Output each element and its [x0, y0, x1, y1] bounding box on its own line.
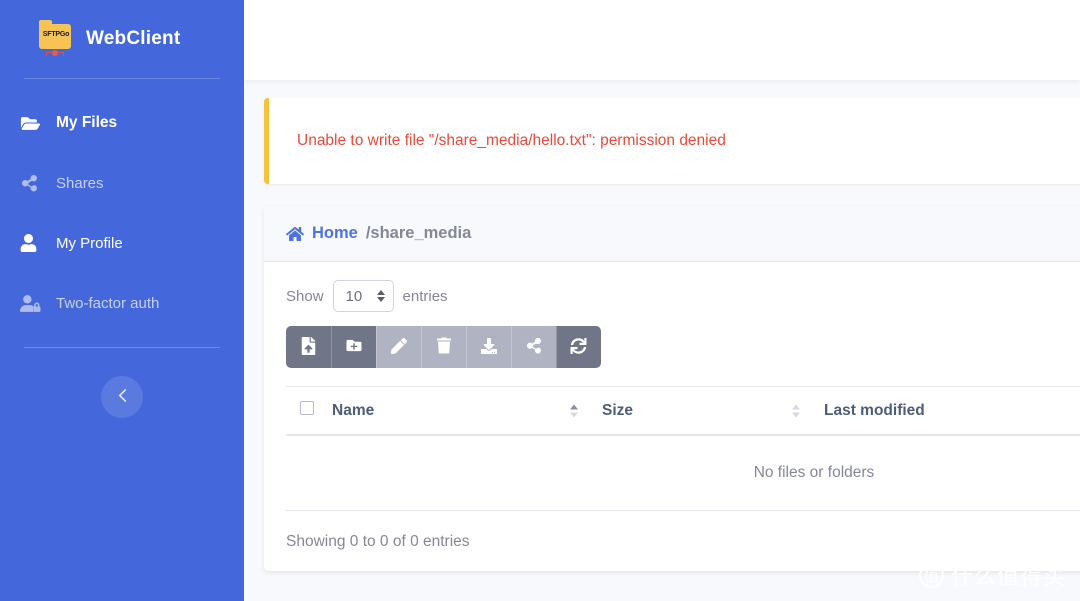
column-size[interactable]: Size [602, 387, 824, 436]
column-size-label: Size [602, 402, 633, 419]
share-button[interactable] [511, 326, 556, 368]
entries-select-wrap: 10 [333, 280, 394, 312]
column-name[interactable]: Name [332, 387, 602, 436]
chevron-left-icon [118, 388, 127, 406]
brand-name: WebClient [86, 28, 180, 50]
error-alert: Unable to write file "/share_media/hello… [264, 98, 1080, 184]
table-length-menu: Show 10 entries [286, 280, 1080, 312]
sidebar-item-my-files[interactable]: My Files [0, 93, 244, 153]
files-card-body: Show 10 entries [264, 262, 1080, 571]
error-alert-message: Unable to write file "/share_media/hello… [297, 132, 726, 150]
download-button[interactable] [466, 326, 511, 368]
network-icon [46, 49, 64, 56]
create-folder-button[interactable] [331, 326, 376, 368]
user-lock-icon [20, 293, 42, 313]
sidebar: SFTPGo WebClient My Files [0, 0, 244, 601]
brand[interactable]: SFTPGo WebClient [0, 0, 244, 78]
rename-button[interactable] [376, 326, 421, 368]
table-header-row: Name Size Last modified [286, 387, 1080, 436]
home-icon[interactable] [286, 226, 304, 242]
folder-open-icon [20, 113, 42, 133]
column-last-modified-label: Last modified [824, 402, 925, 419]
refresh-button[interactable] [556, 326, 601, 368]
file-actions-toolbar [286, 326, 601, 368]
page-content: Unable to write file "/share_media/hello… [244, 80, 1080, 571]
share-icon [20, 173, 42, 193]
sftpgo-logo-icon: SFTPGo [38, 22, 72, 56]
length-menu-suffix: entries [403, 288, 448, 305]
upload-file-button[interactable] [286, 326, 331, 368]
sidebar-item-my-profile[interactable]: My Profile [0, 213, 244, 273]
table-info: Showing 0 to 0 of 0 entries [286, 511, 1080, 551]
breadcrumb: Home /share_media [264, 206, 1080, 262]
user-icon [20, 233, 42, 253]
share-nodes-icon [526, 338, 542, 357]
sort-arrows-icon [792, 404, 800, 417]
main-area: Unable to write file "/share_media/hello… [244, 0, 1080, 601]
logo-label: SFTPGo [41, 31, 71, 38]
folder-plus-icon [345, 338, 363, 356]
sync-icon [570, 338, 587, 357]
breadcrumb-home-link[interactable]: Home [312, 224, 358, 243]
length-menu-prefix: Show [286, 288, 324, 305]
sidebar-item-two-factor-auth[interactable]: Two-factor auth [0, 273, 244, 333]
sidebar-nav: My Files Shares My Profile Two-factor au… [0, 79, 244, 333]
sidebar-item-label: My Files [56, 114, 117, 132]
empty-message: No files or folders [286, 435, 1080, 511]
file-upload-icon [301, 337, 316, 358]
delete-button[interactable] [421, 326, 466, 368]
files-table-head: Name Size Last modified [286, 387, 1080, 436]
sidebar-item-shares[interactable]: Shares [0, 153, 244, 213]
select-all-checkbox[interactable] [300, 401, 314, 415]
sidebar-item-label: Two-factor auth [56, 295, 159, 312]
entries-select[interactable]: 10 [333, 280, 394, 312]
column-last-modified[interactable]: Last modified [824, 387, 1080, 436]
breadcrumb-current-path: /share_media [366, 224, 471, 243]
webclient-app: SFTPGo WebClient My Files [0, 0, 1080, 601]
sidebar-item-label: Shares [56, 175, 104, 192]
trash-icon [437, 337, 451, 357]
download-icon [481, 338, 497, 357]
column-name-label: Name [332, 402, 374, 419]
pencil-icon [391, 338, 407, 357]
top-navbar [244, 0, 1080, 80]
table-empty-row: No files or folders [286, 435, 1080, 511]
column-select-all [286, 387, 332, 436]
sidebar-toggle-wrap [0, 348, 244, 418]
sidebar-collapse-button[interactable] [101, 376, 143, 418]
files-card: Home /share_media Show 10 [264, 206, 1080, 571]
sidebar-item-label: My Profile [56, 235, 123, 252]
sort-arrows-icon [570, 404, 578, 417]
files-table-body: No files or folders [286, 435, 1080, 511]
files-table: Name Size Last modified [286, 386, 1080, 511]
